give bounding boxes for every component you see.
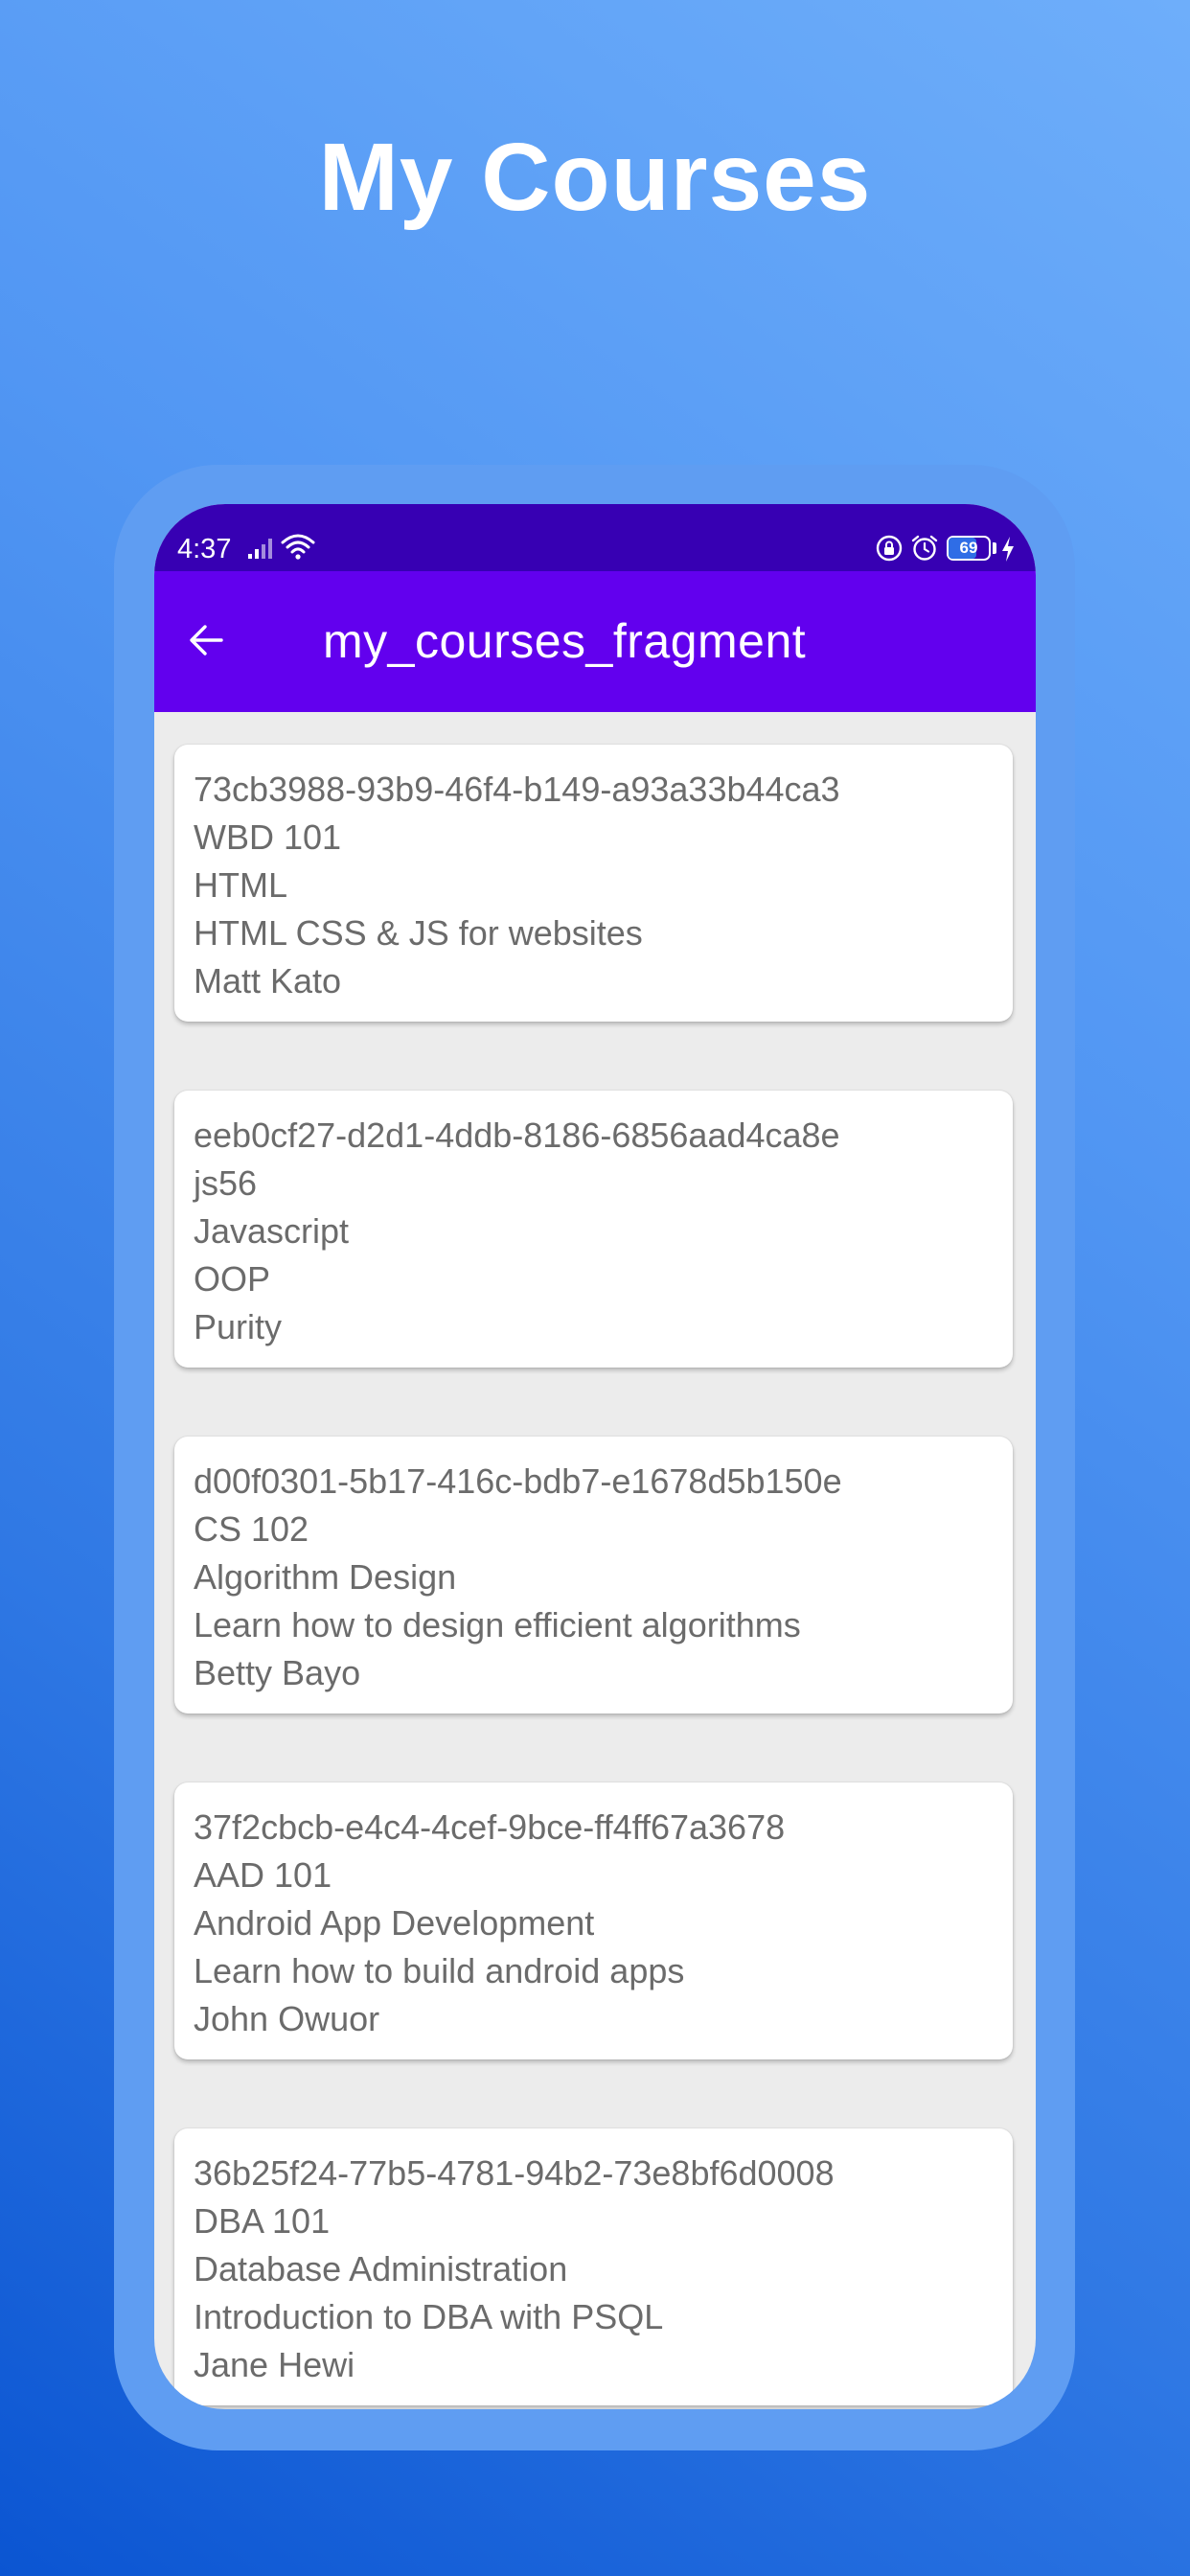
course-instructor: Matt Kato [194, 961, 342, 1000]
battery-icon: 69 [947, 536, 991, 561]
course-card[interactable]: 37f2cbcb-e4c4-4cef-9bce-ff4ff67a3678 AAD… [174, 1782, 1013, 2059]
course-card[interactable]: 36b25f24-77b5-4781-94b2-73e8bf6d0008 DBA… [174, 2128, 1013, 2405]
course-description: OOP [194, 1259, 271, 1299]
course-name: Android App Development [194, 1903, 595, 1943]
course-id: 73cb3988-93b9-46f4-b149-a93a33b44ca3 [194, 770, 840, 809]
course-code: js56 [194, 1163, 258, 1203]
app-bar-title: my_courses_fragment [323, 614, 807, 668]
app-bar: my_courses_fragment [154, 571, 1036, 712]
course-description: Learn how to build android apps [194, 1951, 685, 1990]
status-time: 4:37 [177, 534, 232, 564]
battery-level: 69 [959, 539, 978, 557]
alarm-icon [911, 535, 938, 561]
course-code: DBA 101 [194, 2201, 331, 2241]
course-code: WBD 101 [194, 817, 342, 857]
course-id: 36b25f24-77b5-4781-94b2-73e8bf6d0008 [194, 2153, 835, 2193]
course-code: AAD 101 [194, 1855, 332, 1895]
course-name: Database Administration [194, 2249, 568, 2288]
arrow-left-icon [190, 625, 223, 656]
course-code: CS 102 [194, 1509, 309, 1549]
course-name: Javascript [194, 1211, 350, 1251]
wifi-icon [281, 534, 315, 560]
course-instructor: Jane Hewi [194, 2345, 355, 2384]
course-name: Algorithm Design [194, 1557, 457, 1597]
course-id: 37f2cbcb-e4c4-4cef-9bce-ff4ff67a3678 [194, 1807, 786, 1847]
course-name: HTML [194, 865, 287, 905]
app-screen: 4:37 69 my_courses_fragment 73cb3988-93b… [154, 504, 1036, 2409]
status-bar: 4:37 69 [154, 504, 1036, 571]
back-button[interactable] [172, 606, 240, 675]
course-id: d00f0301-5b17-416c-bdb7-e1678d5b150e [194, 1461, 842, 1501]
course-description: Learn how to design efficient algorithms [194, 1605, 801, 1644]
course-instructor: Purity [194, 1307, 283, 1346]
course-instructor: John Owuor [194, 1999, 380, 2038]
charging-icon [1002, 537, 1014, 562]
course-card[interactable]: eeb0cf27-d2d1-4ddb-8186-6856aad4ca8e js5… [174, 1091, 1013, 1368]
promo-title: My Courses [318, 124, 872, 231]
signal-icon [248, 539, 272, 559]
course-instructor: Betty Bayo [194, 1653, 361, 1692]
course-card[interactable]: d00f0301-5b17-416c-bdb7-e1678d5b150e CS … [174, 1437, 1013, 1714]
course-description: HTML CSS & JS for websites [194, 913, 643, 953]
course-id: eeb0cf27-d2d1-4ddb-8186-6856aad4ca8e [194, 1116, 840, 1155]
course-description: Introduction to DBA with PSQL [194, 2297, 664, 2336]
battery-nub [993, 542, 996, 554]
lock-icon [876, 535, 903, 562]
course-card[interactable]: 73cb3988-93b9-46f4-b149-a93a33b44ca3 WBD… [174, 745, 1013, 1022]
